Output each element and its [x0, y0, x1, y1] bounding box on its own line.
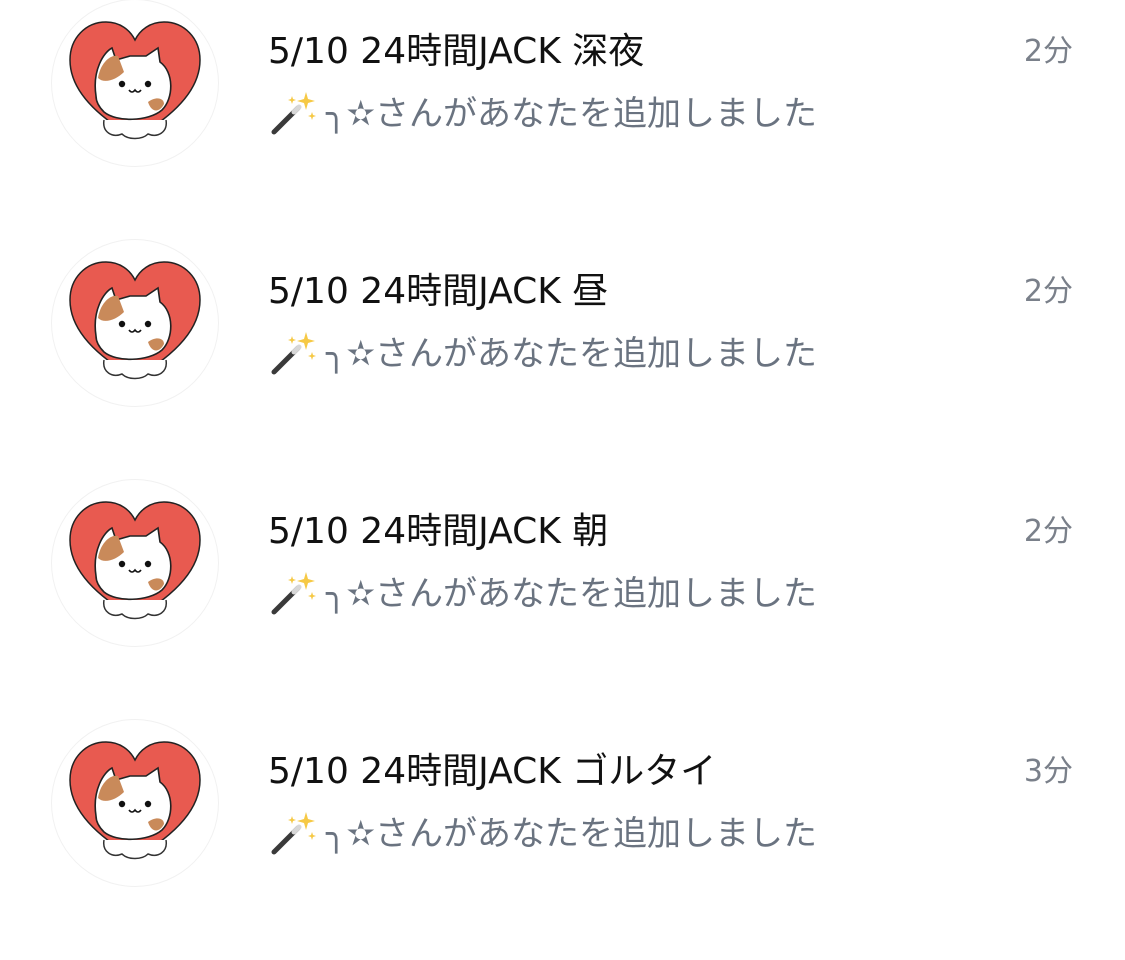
- cat-heart-icon: [69, 741, 201, 860]
- chat-row[interactable]: 5/10 24時間JACK 深夜 2分 ╮✫ さんがあなたを追加しました: [0, 0, 1125, 240]
- preview-text: さんがあなたを追加しました: [374, 334, 817, 374]
- magic-wand-icon: [268, 570, 318, 618]
- chat-title: 5/10 24時間JACK 朝: [268, 511, 609, 552]
- cat-heart-icon: [69, 21, 201, 140]
- chat-title: 5/10 24時間JACK 昼: [268, 271, 609, 312]
- preview-text: さんがあなたを追加しました: [374, 94, 817, 134]
- chat-row[interactable]: 5/10 24時間JACK 朝 2分 ╮✫ さんがあなたを追加しました: [0, 480, 1125, 720]
- preview-sender: ╮✫: [326, 574, 375, 614]
- preview-sender: ╮✫: [326, 94, 375, 134]
- chat-time: 2分: [1023, 34, 1073, 69]
- preview-sender: ╮✫: [326, 334, 375, 374]
- avatar[interactable]: [52, 0, 218, 166]
- preview-text: さんがあなたを追加しました: [374, 574, 817, 614]
- magic-wand-icon: [268, 90, 318, 138]
- preview-sender: ╮✫: [326, 814, 375, 854]
- cat-heart-icon: [69, 261, 201, 380]
- preview-text: さんがあなたを追加しました: [374, 814, 817, 854]
- cat-heart-icon: [69, 501, 201, 620]
- chat-preview: ╮✫ さんがあなたを追加しました: [268, 570, 817, 618]
- avatar[interactable]: [52, 240, 218, 406]
- chat-preview: ╮✫ さんがあなたを追加しました: [268, 330, 817, 378]
- chat-list: 5/10 24時間JACK 深夜 2分 ╮✫ さんがあなたを追加しました 5/1…: [0, 0, 1125, 886]
- chat-title: 5/10 24時間JACK ゴルタイ: [268, 751, 717, 792]
- chat-preview: ╮✫ さんがあなたを追加しました: [268, 90, 817, 138]
- chat-time: 2分: [1023, 514, 1073, 549]
- avatar[interactable]: [52, 720, 218, 886]
- avatar[interactable]: [52, 480, 218, 646]
- chat-preview: ╮✫ さんがあなたを追加しました: [268, 810, 817, 858]
- magic-wand-icon: [268, 810, 318, 858]
- chat-time: 2分: [1023, 274, 1073, 309]
- chat-row[interactable]: 5/10 24時間JACK ゴルタイ 3分 ╮✫ さんがあなたを追加しました: [0, 720, 1125, 960]
- magic-wand-icon: [268, 330, 318, 378]
- chat-title: 5/10 24時間JACK 深夜: [268, 31, 645, 72]
- chat-time: 3分: [1023, 754, 1073, 789]
- chat-row[interactable]: 5/10 24時間JACK 昼 2分 ╮✫ さんがあなたを追加しました: [0, 240, 1125, 480]
